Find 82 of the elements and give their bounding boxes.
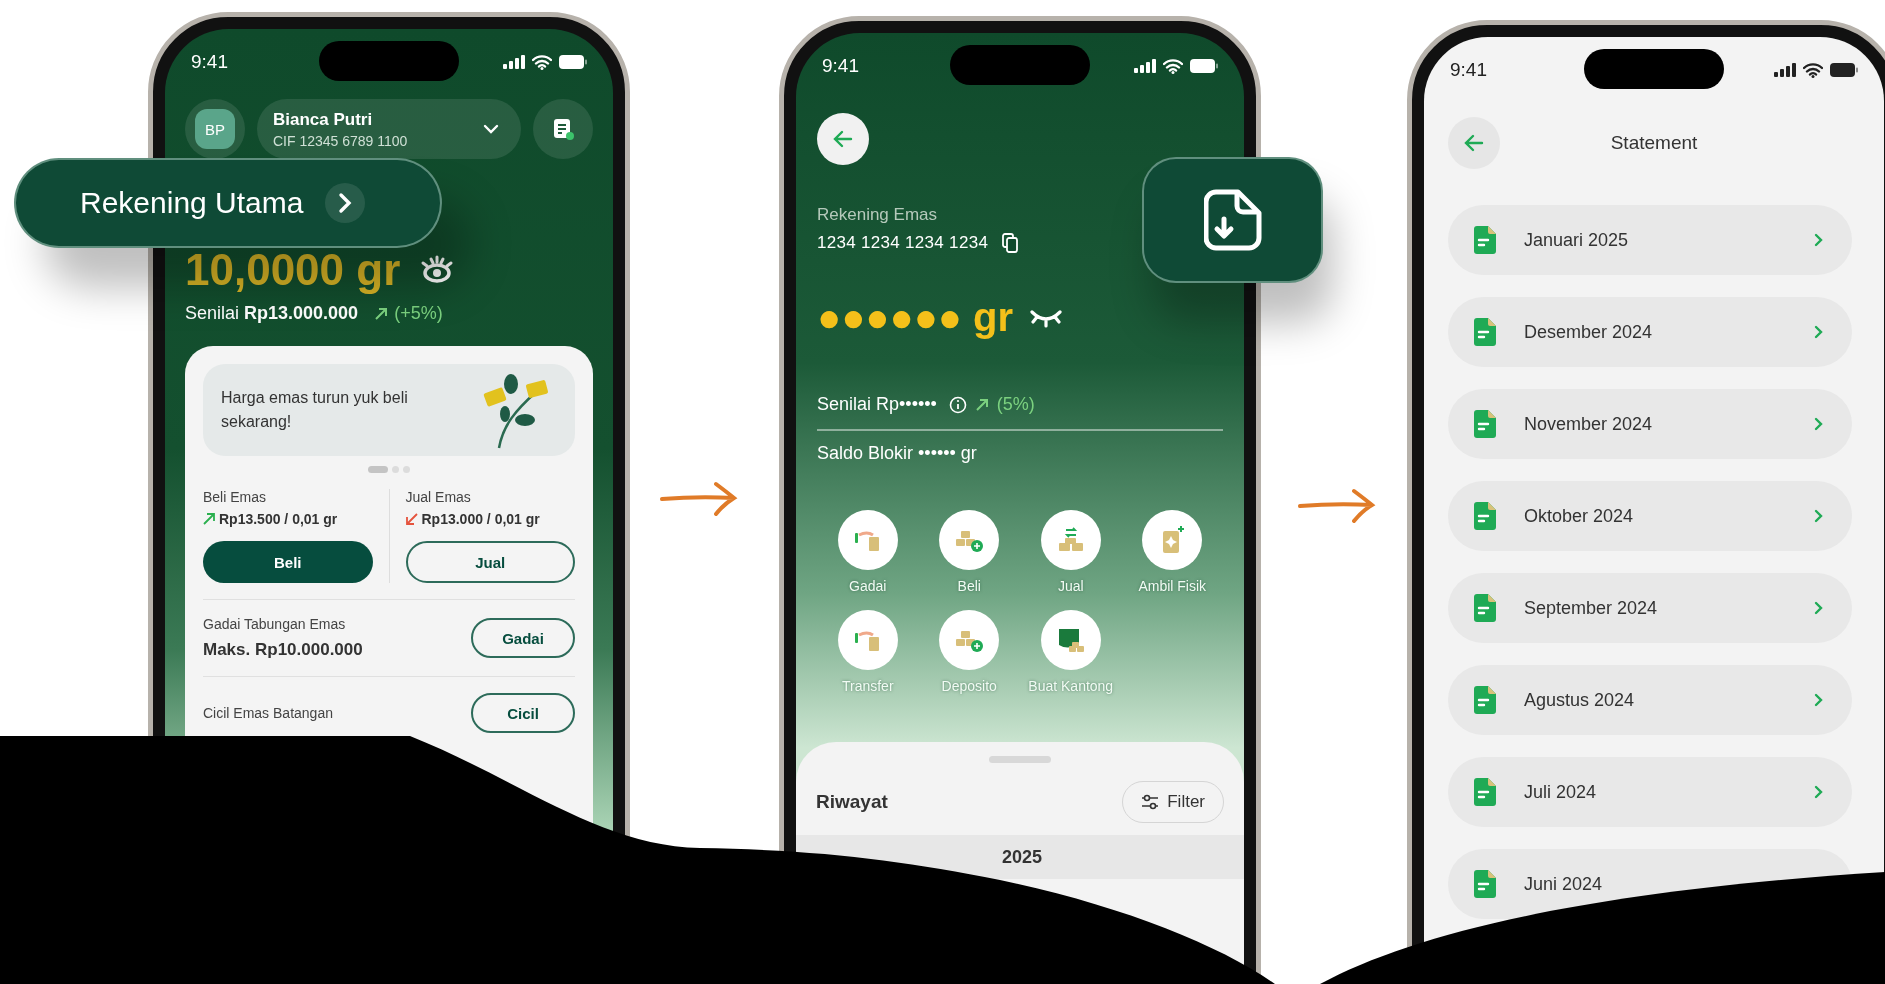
info-icon[interactable] (948, 395, 967, 414)
battery-icon (1190, 59, 1218, 73)
unit-price: Rp13.500 / 0,01 gr (219, 511, 338, 527)
document-icon (1474, 318, 1496, 346)
document-icon (1474, 870, 1496, 898)
wifi-icon (1803, 62, 1823, 78)
change-percent: (+5%) (394, 303, 443, 324)
statement-item[interactable]: Juli 2024 (1448, 757, 1852, 827)
document-icon (551, 117, 575, 141)
chevron-right-icon (1814, 233, 1824, 247)
back-arrow-icon (833, 130, 853, 148)
document-icon (1474, 226, 1496, 254)
download-file-icon (1203, 189, 1262, 251)
trend-down-icon (405, 513, 418, 525)
chevron-right-icon (1814, 325, 1824, 339)
chevron-right-icon (1814, 693, 1824, 707)
product-title: Gadai Tabungan Emas (203, 616, 347, 632)
product-title: Cicil Emas Batangan (203, 705, 333, 721)
signal-icon (1134, 59, 1156, 73)
pager-dot[interactable] (403, 466, 410, 473)
statement-item[interactable]: Oktober 2024 (1448, 481, 1852, 551)
chevron-right-icon (1814, 785, 1824, 799)
document-icon (1474, 502, 1496, 530)
trend-up-icon (374, 306, 389, 321)
eye-closed-icon[interactable] (1029, 307, 1064, 328)
copy-icon[interactable] (1002, 233, 1019, 253)
wifi-icon (532, 54, 552, 70)
document-icon (1474, 778, 1496, 806)
battery-icon (559, 55, 587, 69)
sheet-handle[interactable] (989, 756, 1051, 763)
status-time: 9:41 (1450, 59, 1487, 81)
change-percent: (5%) (996, 394, 1035, 415)
document-icon (1474, 686, 1496, 714)
battery-icon (1830, 63, 1858, 77)
chevron-right-icon (338, 192, 353, 214)
date-group-label: 2025 (1002, 846, 1043, 868)
signal-icon (1774, 63, 1796, 77)
back-button[interactable] (817, 113, 869, 165)
status-time: 9:41 (191, 51, 228, 73)
signal-icon (503, 55, 525, 69)
product-button[interactable]: Gadai (471, 618, 575, 658)
statement-item[interactable]: Desember 2024 (1448, 297, 1852, 367)
price-label: Beli Emas (203, 489, 268, 505)
status-time: 9:41 (822, 55, 859, 77)
pager-dot[interactable] (392, 466, 399, 473)
statement-item[interactable]: Januari 2025 (1448, 205, 1852, 275)
chevron-down-icon (483, 124, 499, 134)
statement-item[interactable]: November 2024 (1448, 389, 1852, 459)
trend-up-icon (974, 397, 989, 412)
price-label: Jual Emas (405, 489, 472, 505)
account-label: Rekening Emas (817, 205, 938, 225)
trend-up-icon (203, 513, 215, 525)
chevron-right-icon (1814, 417, 1824, 431)
statement-item[interactable]: September 2024 (1448, 573, 1852, 643)
unit-price: Rp13.000 / 0,01 gr (421, 511, 540, 527)
balance-value: Senilai Rp•••••• (817, 394, 937, 415)
sliders-icon (1141, 794, 1160, 810)
hidden-balance: ●●●●●● gr (817, 295, 1014, 340)
screen-title: Statement (1610, 132, 1698, 154)
chevron-right-icon (1814, 509, 1824, 523)
promo-banner[interactable]: Harga emas turun yuk beli sekarang! (203, 364, 575, 456)
product-limit: Maks. Rp10.000.000 (203, 640, 363, 660)
account-button[interactable]: Rekening Utama (14, 158, 442, 248)
account-selector[interactable]: Bianca Putri CIF 12345 6789 1100 (257, 99, 521, 159)
blocked-balance: Saldo Blokir •••••• gr (817, 443, 978, 464)
eye-icon[interactable] (420, 255, 455, 285)
download-button[interactable] (1142, 157, 1323, 283)
balance-value: Senilai Rp13.000.000 (185, 303, 359, 324)
chevron-right-icon (1814, 601, 1824, 615)
wifi-icon (1163, 58, 1183, 74)
history-title: Riwayat (816, 791, 888, 813)
promo-text: Harga emas turun yuk beli sekarang! (221, 388, 409, 432)
product-button[interactable]: Cicil (471, 693, 575, 733)
trade-button[interactable]: Jual (405, 541, 575, 583)
balance-amount: 10,0000 gr (185, 245, 401, 295)
back-arrow-icon (1464, 134, 1484, 152)
avatar-initials: BP (195, 109, 235, 149)
trade-button[interactable]: Beli (203, 541, 373, 583)
account-number: 1234 1234 1234 1234 (817, 233, 989, 253)
statement-item[interactable]: Agustus 2024 (1448, 665, 1852, 735)
document-icon (1474, 594, 1496, 622)
document-icon (1474, 410, 1496, 438)
